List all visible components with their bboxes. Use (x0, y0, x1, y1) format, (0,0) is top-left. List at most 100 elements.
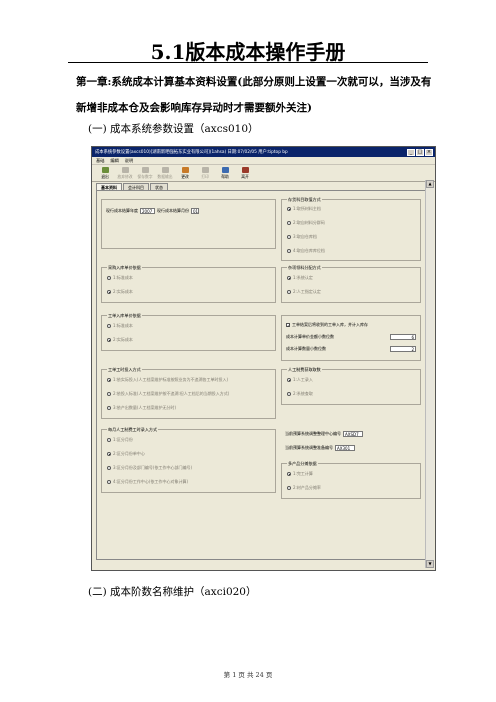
edit-icon (181, 167, 189, 173)
work-method-radio-2[interactable] (107, 392, 111, 396)
cost-account-radio-2[interactable] (287, 221, 291, 225)
toolbar-button-exit[interactable]: 退出 (95, 165, 115, 181)
multi-product-option-2: 2:材产品分摊率 (293, 485, 321, 490)
overhead-alloc-option-2: 2:人工指定认定 (293, 289, 321, 294)
work-method-option-3: 3:依产出数量(人工档案维护无分时) (113, 405, 177, 410)
decimal-amount-label: 成本计算单价金额小数位数 (286, 334, 334, 339)
exit-icon (101, 167, 109, 173)
labor-group-option-1: 1:区分月份 (113, 437, 133, 442)
purchase-in-radio-1[interactable] (107, 276, 111, 280)
work-close-checkbox[interactable]: ✓ (286, 323, 290, 328)
labor-group-group: 每月人工制费工时录入方式 1:区分月份 2:区分月份单中心 3:区分月份及部门编… (101, 427, 276, 493)
labor-group-radio-1[interactable] (107, 438, 111, 442)
post-code-input-2[interactable]: AX301 (335, 445, 355, 451)
work-in-group: 工单入库单价依据 1:标准成本 2:实际成本 (101, 313, 276, 351)
scroll-down-icon[interactable]: ▼ (426, 560, 434, 568)
leave-icon (241, 167, 249, 173)
menu-item-help[interactable]: 说明 (125, 158, 133, 164)
menu-item-basic[interactable]: 基础 (96, 158, 104, 164)
work-close-checkbox-label: 工单结案后将收到的工单入库，并计入库存 (292, 322, 368, 327)
labor-hours-radio-2[interactable] (287, 392, 291, 396)
year-input[interactable]: 2007 (140, 208, 155, 214)
labor-group-legend: 每月人工制费工时录入方式 (107, 427, 159, 433)
screenshot-axcs010: 成本系统参数设置(axcs010)[湖南新晒强拓东实业有限公司](1ahsa) … (91, 146, 436, 571)
minimize-icon[interactable]: _ (407, 148, 415, 156)
post-code-label-2: 当前预算系统调整准备编号 (285, 445, 333, 450)
print-icon (201, 167, 209, 173)
labor-group-radio-4[interactable] (107, 480, 111, 484)
toolbar-button-help[interactable]: 帮助 (215, 165, 235, 181)
toolbar-label: 打印 (201, 174, 209, 179)
cost-account-radio-4[interactable] (287, 249, 291, 253)
help-icon (221, 167, 229, 173)
export-icon (161, 167, 169, 173)
purchase-in-legend: 采购入库单价依据 (107, 265, 142, 271)
cost-account-radio-1[interactable] (287, 207, 291, 211)
labor-group-radio-2[interactable] (107, 452, 111, 456)
purchase-in-option-2: 2:实际成本 (113, 289, 133, 294)
work-close-group: ✓ 工单结案后将收到的工单入库，并计入库存 成本计算单价金额小数位数 6 成本计算… (281, 315, 421, 361)
multi-product-radio-2[interactable] (287, 486, 291, 490)
year-label: 现行成本结算年度 (106, 208, 138, 213)
work-method-radio-1[interactable] (107, 378, 111, 382)
toolbar-button-edit[interactable]: 更改 (175, 165, 195, 181)
toolbar-label: 数据输出 (157, 174, 173, 179)
page-title: 5.1版本成本操作手册 (150, 40, 346, 64)
month-label: 现行成本结算月份 (157, 208, 189, 213)
section-heading-1: (一) 成本系统参数设置（axcs010） (88, 123, 259, 135)
labor-group-radio-3[interactable] (107, 466, 111, 470)
work-in-radio-1[interactable] (107, 324, 111, 328)
cost-account-option-3: 3:取自仓库档 (293, 234, 317, 239)
work-method-option-2: 2:依投入标准(人工档案维护按不追溯:但人工档后的当期投入方式) (113, 391, 230, 396)
menu-bar: 基础 编辑 说明 (92, 157, 435, 165)
close-icon[interactable]: × (425, 148, 433, 156)
toolbar-button-print[interactable]: 打印 (195, 165, 215, 181)
work-method-radio-3[interactable] (107, 406, 111, 410)
overhead-alloc-legend: 杂项领料分配方式 (287, 265, 322, 271)
purchase-in-option-1: 1:标准成本 (113, 275, 133, 280)
window-title-bar: 成本系统参数设置(axcs010)[湖南新晒强拓东实业有限公司](1ahsa) … (92, 147, 435, 157)
scroll-up-icon[interactable]: ▲ (426, 180, 434, 188)
labor-hours-option-2: 2:系统查取 (293, 391, 313, 396)
chapter-heading: 第一章:系统成本计算基本资料设置(此部分原则上设置一次就可以，当涉及有新增非成本… (76, 76, 432, 114)
save-icon (141, 167, 149, 173)
menu-item-edit[interactable]: 编辑 (110, 158, 118, 164)
labor-hours-group: 人工制费获取取数 1:人工录入 2:系统查取 (281, 367, 421, 405)
work-method-legend: 工单工时投入方式 (107, 367, 142, 373)
toolbar-label: 帮助 (221, 174, 229, 179)
multi-product-legend: 多产品分摊依据 (287, 461, 318, 467)
work-method-option-1: 1:依实际投入(人工档案维护标准按照业务为不追溯各工单时投入) (113, 377, 229, 382)
title-underline (68, 62, 428, 63)
toolbar-button-undo[interactable]: 放弃修改 (115, 165, 135, 181)
work-method-group: 工单工时投入方式 1:依实际投入(人工档案维护标准按照业务为不追溯各工单时投入)… (101, 367, 276, 419)
work-in-option-2: 2:实际成本 (113, 337, 133, 342)
work-in-radio-2[interactable] (107, 338, 111, 342)
overhead-alloc-radio-1[interactable] (287, 276, 291, 280)
toolbar-button-leave[interactable]: 离开 (235, 165, 255, 181)
page-footer: 第 1 页 共 24 页 (223, 671, 273, 679)
multi-product-radio-1[interactable] (287, 472, 291, 476)
post-code-input-1[interactable]: AXSD7 (343, 431, 363, 437)
purchase-in-radio-2[interactable] (107, 290, 111, 294)
post-code-row-1: 当前预算系统调整整理中心编号 AXSD7 (285, 431, 363, 437)
post-code-row-2: 当前预算系统调整准备编号 AX301 (285, 445, 355, 451)
section-heading-2: (二) 成本阶数名称维护（axci020） (88, 586, 257, 598)
labor-group-option-4: 4:区分月份工作中心(依工作中心对象计算) (113, 479, 189, 484)
decimal-amount-input[interactable]: 6 (390, 334, 416, 340)
month-input[interactable]: 01 (191, 208, 199, 214)
decimal-qty-input[interactable]: 2 (390, 346, 416, 352)
overhead-alloc-radio-2[interactable] (287, 290, 291, 294)
work-in-option-1: 1:标准成本 (113, 323, 133, 328)
toolbar-label: 离开 (241, 174, 249, 179)
overhead-alloc-group: 杂项领料分配方式 1:系统认定 2:人工指定认定 (281, 265, 421, 303)
purchase-in-group: 采购入库单价依据 1:标准成本 2:实际成本 (101, 265, 276, 303)
maximize-icon[interactable]: □ (416, 148, 424, 156)
labor-hours-option-1: 1:人工录入 (293, 377, 313, 382)
cost-account-radio-3[interactable] (287, 235, 291, 239)
toolbar-button-save[interactable]: 保存数字 (135, 165, 155, 181)
vertical-scrollbar[interactable]: ▲ ▼ (425, 180, 434, 568)
multi-product-option-1: 1:完工计算 (293, 471, 313, 476)
toolbar-label: 保存数字 (137, 174, 153, 179)
toolbar-button-export[interactable]: 数据输出 (155, 165, 175, 181)
labor-hours-radio-1[interactable] (287, 378, 291, 382)
